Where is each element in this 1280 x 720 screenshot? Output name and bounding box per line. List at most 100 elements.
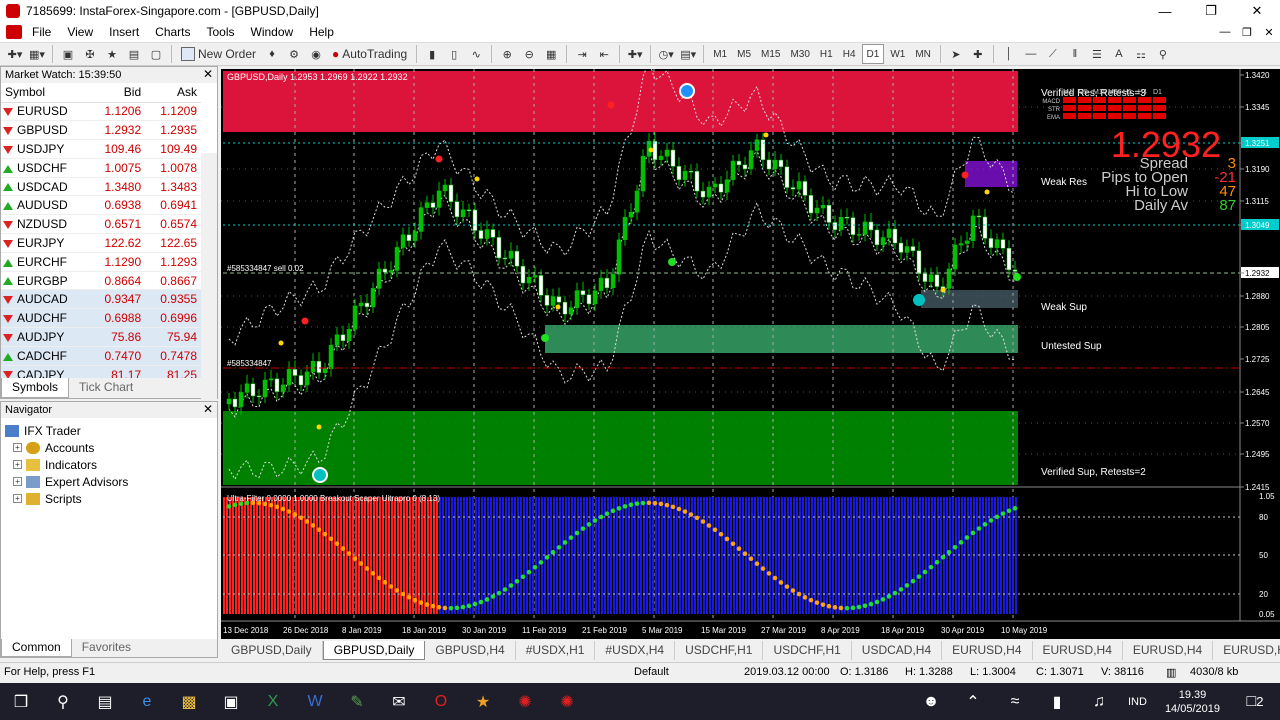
trendline-icon[interactable]: ⟋	[1043, 44, 1063, 64]
text-icon[interactable]: A	[1109, 44, 1129, 64]
mdi-minimize-icon[interactable]: —	[1214, 22, 1236, 42]
document-icon[interactable]	[6, 25, 22, 39]
task-view-icon[interactable]: ▤	[91, 688, 119, 716]
data-window-icon[interactable]: ✠	[80, 44, 100, 64]
chart-tab[interactable]: USDCHF,H1	[675, 641, 764, 660]
menu-insert[interactable]: Insert	[101, 25, 147, 39]
expand-icon[interactable]: +	[13, 443, 22, 452]
edge-icon[interactable]: e	[133, 688, 161, 716]
clock[interactable]: 19.39 14/05/2019	[1165, 688, 1220, 716]
close-icon[interactable]: ✕	[203, 67, 213, 81]
tf-m1[interactable]: M1	[709, 44, 731, 64]
search-icon[interactable]: ⚲	[49, 688, 77, 716]
menu-view[interactable]: View	[59, 25, 101, 39]
terminal-icon[interactable]: ▤	[124, 44, 144, 64]
tree-indicators[interactable]: + Indicators	[5, 456, 213, 473]
templates-icon[interactable]: ▤▾	[678, 44, 698, 64]
metatrader-2-icon[interactable]: ✺	[553, 688, 581, 716]
channel-icon[interactable]: ‖	[1065, 44, 1085, 64]
table-row[interactable]: NZDUSD 0.6571 0.6574	[1, 214, 201, 235]
cursor-icon[interactable]: ➤	[946, 44, 966, 64]
menu-file[interactable]: File	[24, 25, 59, 39]
chart-tab[interactable]: #USDX,H1	[516, 641, 596, 660]
status-profile[interactable]: Default	[634, 666, 669, 678]
chart-window[interactable]: GBPUSD,Daily 1.2953 1.2969 1.2922 1.2932…	[221, 69, 1280, 639]
menu-help[interactable]: Help	[301, 25, 342, 39]
tf-mn[interactable]: MN	[911, 44, 935, 64]
col-ask[interactable]: Ask	[145, 83, 201, 103]
excel-icon[interactable]: X	[259, 688, 287, 716]
crosshair-icon[interactable]: ✚	[968, 44, 988, 64]
close-icon[interactable]: ✕	[203, 402, 213, 416]
volume-icon[interactable]: ♫	[1085, 688, 1113, 716]
notepad-icon[interactable]: ✎	[343, 688, 371, 716]
mdi-restore-icon[interactable]: ❐	[1236, 22, 1258, 42]
minimize-icon[interactable]: —	[1142, 0, 1188, 22]
file-explorer-icon[interactable]: ▩	[175, 688, 203, 716]
fibo-icon[interactable]: ☰	[1087, 44, 1107, 64]
tf-d1[interactable]: D1	[861, 44, 885, 64]
close-icon[interactable]: ✕	[1234, 0, 1280, 22]
table-row[interactable]: CADCHF 0.7470 0.7478	[1, 346, 201, 366]
expand-icon[interactable]: +	[13, 477, 22, 486]
tester-icon[interactable]: ▢	[146, 44, 166, 64]
new-chart-icon[interactable]: ✚▾	[5, 44, 25, 64]
table-row[interactable]: USDCHF 1.0075 1.0078	[1, 158, 201, 178]
vertical-line-icon[interactable]: │	[999, 44, 1019, 64]
chart-tab[interactable]: EURUSD,H4	[1123, 641, 1214, 660]
chart-tab[interactable]: GBPUSD,Daily	[322, 641, 426, 660]
col-bid[interactable]: Bid	[89, 83, 146, 103]
tree-root[interactable]: IFX Trader	[5, 422, 213, 439]
profiles-icon[interactable]: ▦▾	[27, 44, 47, 64]
language-indicator[interactable]: IND	[1128, 696, 1147, 708]
battery-icon[interactable]: ▮	[1043, 688, 1071, 716]
periods-icon[interactable]: ◷▾	[656, 44, 676, 64]
chart-tab[interactable]: USDCAD,H4	[852, 641, 943, 660]
bar-chart-icon[interactable]: ▮	[422, 44, 442, 64]
table-row[interactable]: USDJPY 109.46 109.49	[1, 139, 201, 159]
wifi-icon[interactable]: ≈	[1001, 688, 1029, 716]
market-icon[interactable]: ◉	[306, 44, 326, 64]
table-row[interactable]: AUDJPY 75.86 75.94	[1, 327, 201, 347]
table-row[interactable]: EURCHF 1.1290 1.1293	[1, 252, 201, 272]
windows-start-icon[interactable]: ❒	[7, 688, 35, 716]
tab-symbols[interactable]: Symbols	[1, 378, 70, 398]
table-row[interactable]: EURJPY 122.62 122.65	[1, 233, 201, 253]
chart-tab[interactable]: USDCHF,H1	[763, 641, 852, 660]
tf-m5[interactable]: M5	[733, 44, 755, 64]
chart-tab[interactable]: EURUSD,H4	[1033, 641, 1123, 660]
chart-tab[interactable]: EURUSD,H4	[1213, 641, 1280, 660]
metatrader-icon[interactable]: ✺	[511, 688, 539, 716]
menu-charts[interactable]: Charts	[147, 25, 198, 39]
tree-experts[interactable]: + Expert Advisors	[5, 473, 213, 490]
opera-icon[interactable]: O	[427, 688, 455, 716]
autotrading-button[interactable]: ● AutoTrading	[328, 44, 411, 64]
market-watch-icon[interactable]: ▣	[58, 44, 78, 64]
restore-icon[interactable]: ❐	[1188, 0, 1234, 22]
metaeditor-icon[interactable]: ♦	[262, 44, 282, 64]
store-icon[interactable]: ▣	[217, 688, 245, 716]
menu-tools[interactable]: Tools	[199, 25, 243, 39]
tf-m30[interactable]: M30	[786, 44, 813, 64]
line-chart-icon[interactable]: ∿	[466, 44, 486, 64]
new-order-button[interactable]: New Order	[177, 44, 260, 64]
table-row[interactable]: AUDCAD 0.9347 0.9355	[1, 289, 201, 310]
tile-windows-icon[interactable]: ▦	[541, 44, 561, 64]
table-row[interactable]: EURUSD 1.1206 1.1209	[1, 102, 201, 122]
tf-h4[interactable]: H4	[839, 44, 860, 64]
word-icon[interactable]: W	[301, 688, 329, 716]
zoom-out-icon[interactable]: ⊖	[519, 44, 539, 64]
price-chart[interactable]: GBPUSD,Daily 1.2953 1.2969 1.2922 1.2932…	[221, 69, 1280, 639]
table-row[interactable]: USDCAD 1.3480 1.3483	[1, 177, 201, 197]
notification-icon[interactable]: □ 2	[1237, 688, 1273, 716]
tab-favorites[interactable]: Favorites	[72, 639, 141, 657]
mdi-close-icon[interactable]: ✕	[1258, 22, 1280, 42]
tree-scripts[interactable]: + Scripts	[5, 490, 213, 507]
chevron-up-icon[interactable]: ⌃	[959, 688, 987, 716]
table-row[interactable]: AUDCHF 0.6988 0.6996	[1, 308, 201, 329]
table-row[interactable]: EURGBP 0.8664 0.8667	[1, 271, 201, 291]
expand-icon[interactable]: +	[13, 460, 22, 469]
mail-icon[interactable]: ✉	[385, 688, 413, 716]
table-row[interactable]: AUDUSD 0.6938 0.6941	[1, 195, 201, 216]
autoscroll-icon[interactable]: ⇥	[572, 44, 592, 64]
